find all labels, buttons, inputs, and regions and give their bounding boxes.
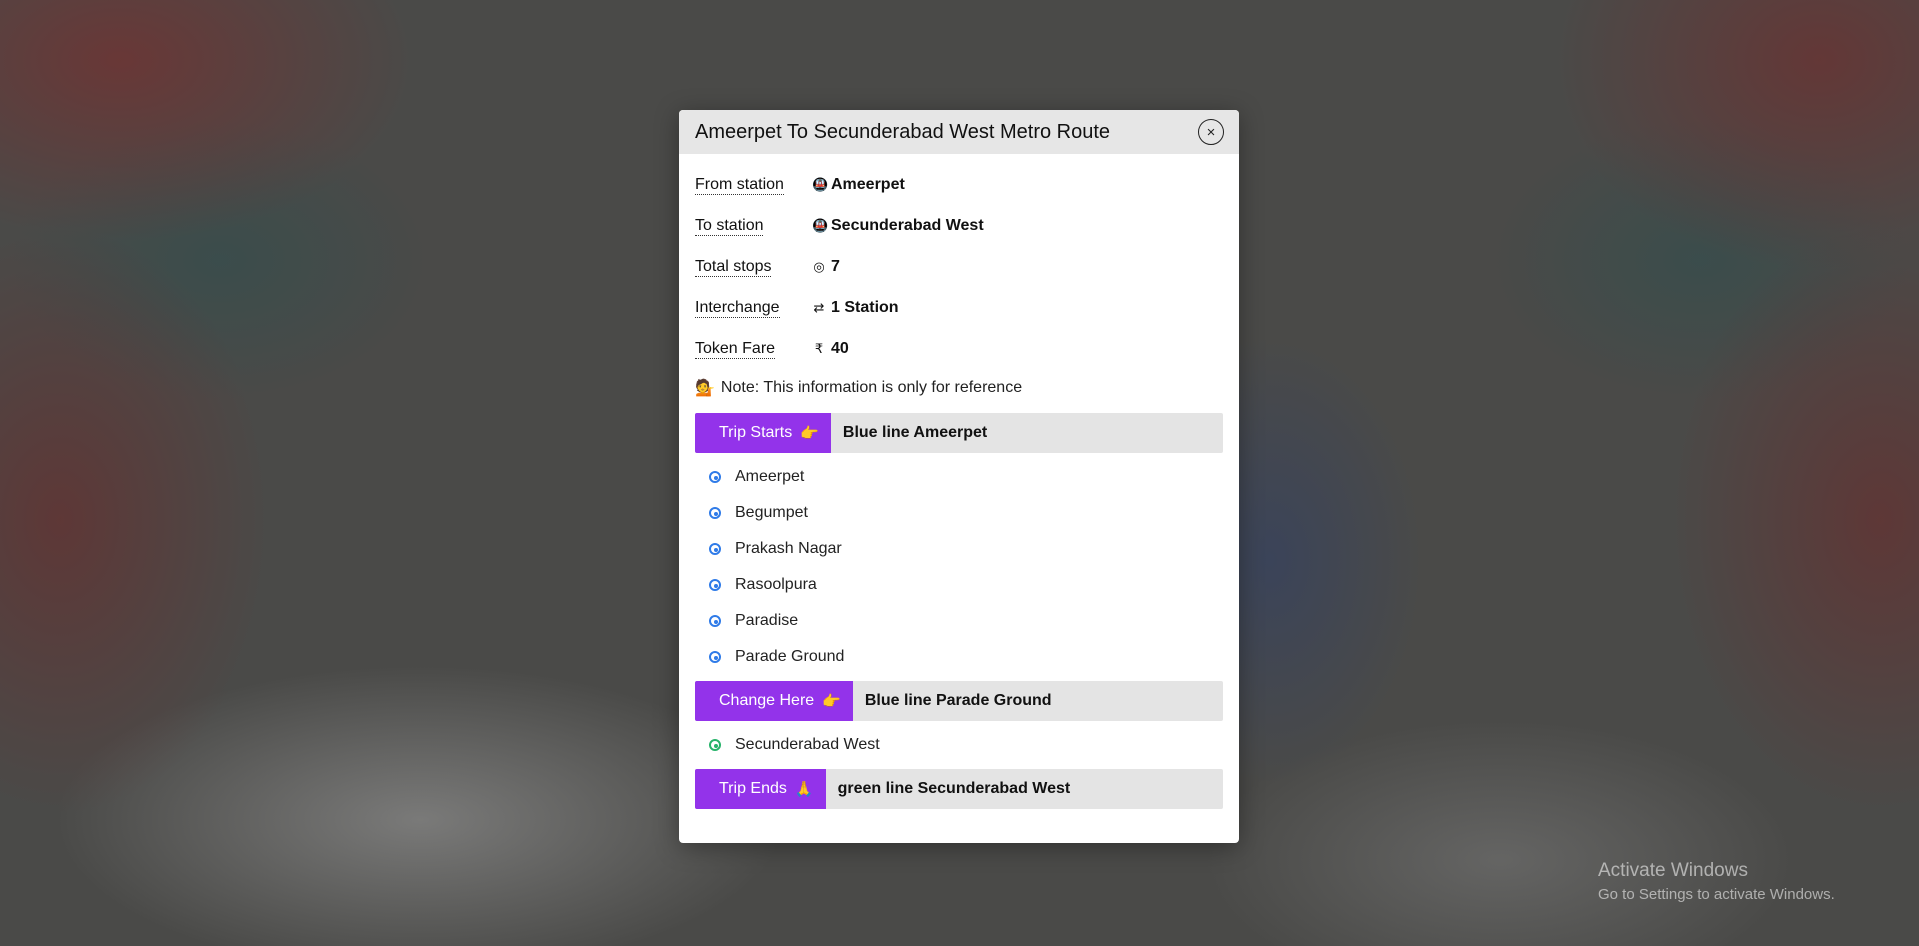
to-station-value: 🚇 Secunderabad West [812,217,984,235]
target-icon: ◎ [813,258,825,274]
trip-starts-line: Blue line Ameerpet [842,424,988,441]
route-modal: Ameerpet To Secunderabad West Metro Rout… [679,110,1239,843]
trip-ends-label: Trip Ends [719,780,787,797]
station-dot-icon [709,651,721,663]
hand-pointing-right-icon: 👉 [822,693,841,710]
station-name: Prakash Nagar [735,540,842,557]
modal-header: Ameerpet To Secunderabad West Metro Rout… [679,110,1239,154]
station-name: Parade Ground [735,648,845,665]
list-item: Begumpet [695,495,1223,531]
trip-ends-line: green line Secunderabad West [837,780,1071,797]
watermark-subtitle: Go to Settings to activate Windows. [1598,886,1835,903]
trip-starts-button[interactable]: Trip Starts 👉 [695,413,831,453]
interchange-value: ⇄ 1 Station [812,299,899,317]
list-item: Secunderabad West [695,727,1223,763]
station-dot-icon [709,471,721,483]
total-stops-value: ◎ 7 [812,258,840,276]
station-dot-icon [709,615,721,627]
change-here-bar: Change Here 👉 Blue line Parade Ground [695,681,1223,721]
token-fare-text: 40 [831,339,849,357]
list-item: Parade Ground [695,639,1223,675]
note-text: Note: This information is only for refer… [720,379,1023,396]
station-dot-icon [709,543,721,555]
interchange-label: Interchange [695,298,780,318]
info-row-from: From station 🚇 Ameerpet [695,164,1223,205]
activate-windows-watermark: Activate Windows Go to Settings to activ… [1598,860,1835,903]
start-station-list: Ameerpet Begumpet Prakash Nagar Rasoolpu… [695,459,1223,675]
change-here-button[interactable]: Change Here 👉 [695,681,853,721]
to-station-label: To station [695,216,764,236]
rupee-icon: ₹ [814,340,824,356]
hand-pointing-right-icon: 👉 [800,425,819,442]
trip-starts-bar: Trip Starts 👉 Blue line Ameerpet [695,413,1223,453]
station-name: Ameerpet [735,468,805,485]
watermark-title: Activate Windows [1598,860,1748,881]
modal-body: From station 🚇 Ameerpet To station 🚇 Sec… [679,154,1239,809]
station-name: Begumpet [735,504,808,521]
station-name: Paradise [735,612,799,629]
change-station-list: Secunderabad West [695,727,1223,763]
folded-hands-icon: 🙏 [794,781,814,798]
station-name: Secunderabad West [735,736,880,753]
total-stops-label: Total stops [695,257,772,277]
list-item: Prakash Nagar [695,531,1223,567]
token-fare-value: ₹ 40 [812,340,849,358]
modal-title: Ameerpet To Secunderabad West Metro Rout… [695,120,1111,143]
info-row-to: To station 🚇 Secunderabad West [695,205,1223,246]
person-tipping-hand-icon: 💁 [695,380,715,397]
swap-arrows-icon: ⇄ [813,299,825,315]
train-icon: 🚇 [812,217,829,233]
from-station-text: Ameerpet [831,175,905,193]
station-dot-icon [709,739,721,751]
info-row-fare: Token Fare ₹ 40 [695,328,1223,369]
trip-ends-bar: Trip Ends 🙏 green line Secunderabad West [695,769,1223,809]
station-dot-icon [709,579,721,591]
station-name: Rasoolpura [735,576,817,593]
to-station-text: Secunderabad West [831,216,984,234]
list-item: Rasoolpura [695,567,1223,603]
change-here-line: Blue line Parade Ground [864,692,1052,709]
from-station-value: 🚇 Ameerpet [812,176,905,194]
info-row-stops: Total stops ◎ 7 [695,246,1223,287]
trip-ends-button[interactable]: Trip Ends 🙏 [695,769,826,809]
list-item: Paradise [695,603,1223,639]
token-fare-label: Token Fare [695,339,776,359]
list-item: Ameerpet [695,459,1223,495]
change-here-label: Change Here [719,692,815,709]
total-stops-text: 7 [831,257,840,275]
from-station-label: From station [695,175,784,195]
train-icon: 🚇 [812,176,829,192]
station-dot-icon [709,507,721,519]
interchange-text: 1 Station [831,298,899,316]
reference-note: 💁 Note: This information is only for ref… [695,369,1223,407]
info-row-interchange: Interchange ⇄ 1 Station [695,287,1223,328]
close-icon[interactable]: × [1198,119,1224,145]
trip-starts-label: Trip Starts [719,424,793,441]
